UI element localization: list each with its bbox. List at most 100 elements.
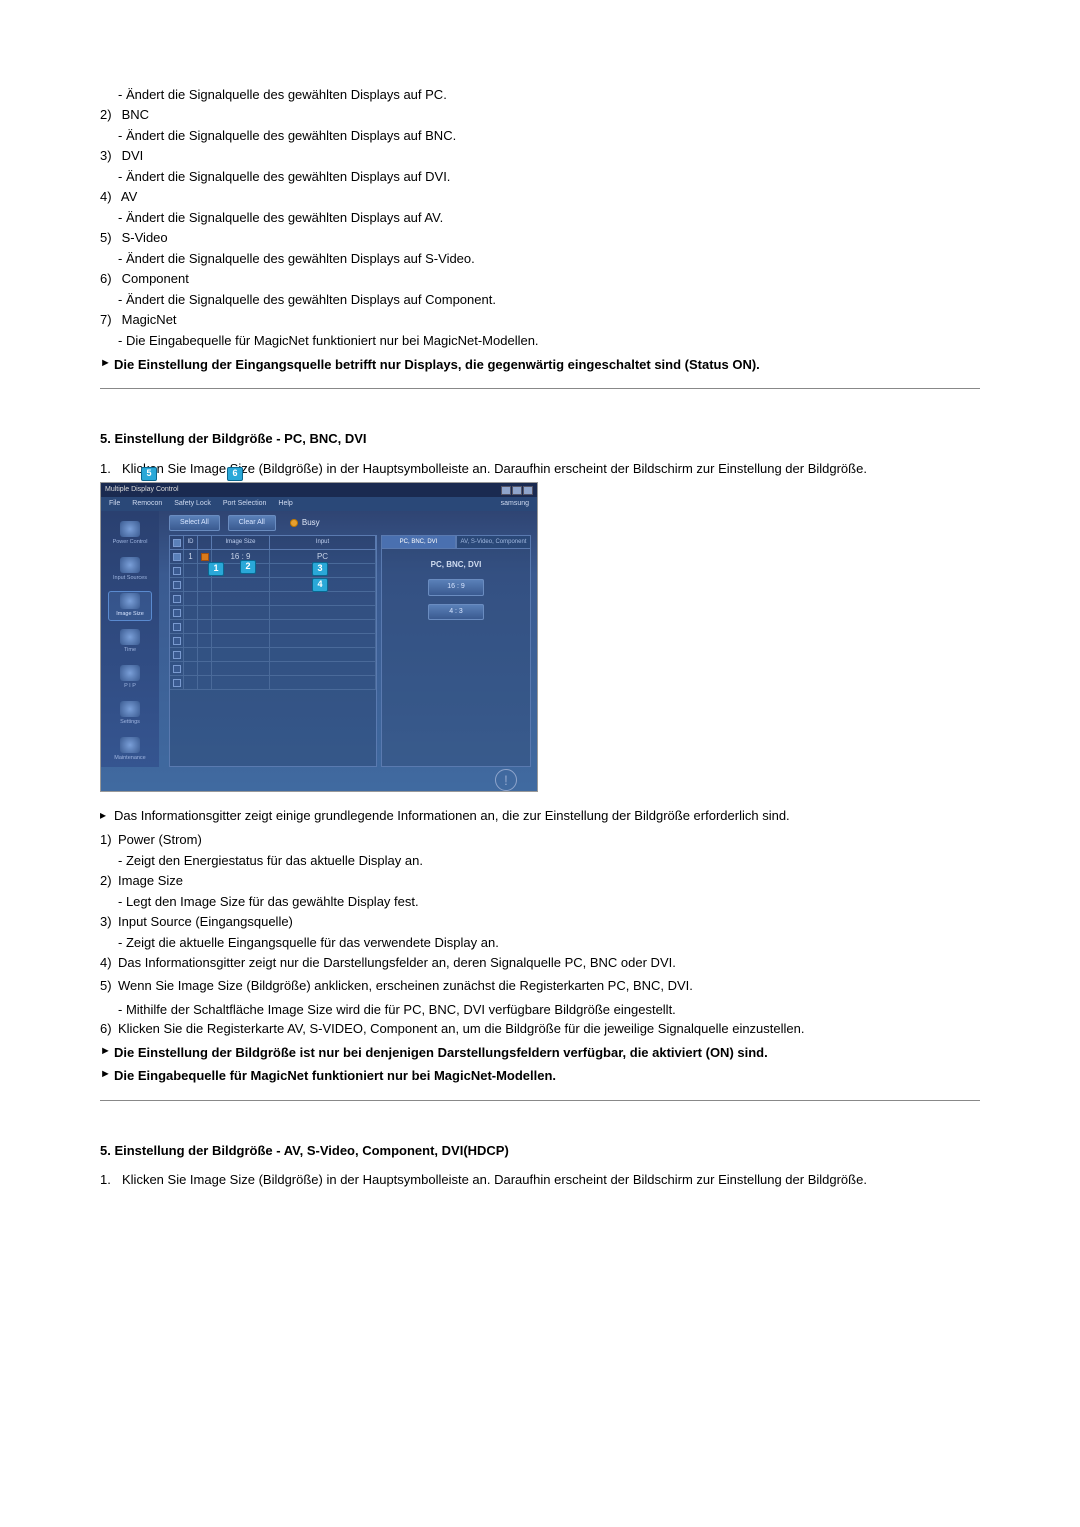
list-item: 2) BNC — [100, 105, 980, 125]
checkbox-icon[interactable] — [173, 665, 181, 673]
tab-av-svideo-component[interactable]: AV, S-Video, Component — [456, 535, 531, 549]
menu-safetylock[interactable]: Safety Lock — [174, 499, 211, 510]
select-all-button[interactable]: Select All — [169, 515, 220, 532]
list-number: 3) — [100, 912, 118, 932]
checkbox-icon[interactable] — [173, 567, 181, 575]
checkbox-icon[interactable] — [173, 651, 181, 659]
menu-portselection[interactable]: Port Selection — [223, 499, 267, 510]
ratio-4-3-button[interactable]: 4 : 3 — [428, 604, 484, 621]
list-number: 4) — [100, 953, 118, 973]
list-item: 4) AV — [100, 187, 980, 207]
window-title: Multiple Display Control — [105, 485, 179, 496]
sidebar-item-pip[interactable]: P I P — [108, 663, 152, 693]
close-icon[interactable] — [523, 486, 533, 495]
checkbox-icon[interactable] — [173, 539, 181, 547]
sidebar-item-imagesize[interactable]: Image Size — [108, 591, 152, 621]
checkbox-icon[interactable] — [173, 553, 181, 561]
note-text: Die Eingabequelle für MagicNet funktioni… — [114, 1066, 980, 1086]
sidebar: Power Control Input Sources Image Size T… — [101, 511, 159, 767]
callout-marker-6: 6 — [227, 467, 243, 481]
sidebar-item-settings[interactable]: Settings — [108, 699, 152, 729]
clear-all-button[interactable]: Clear All — [228, 515, 276, 532]
list-sub: - Ändert die Signalquelle des gewählten … — [100, 85, 980, 105]
list-sub: - Mithilfe der Schaltfläche Image Size w… — [100, 1000, 980, 1020]
checkbox-icon[interactable] — [173, 609, 181, 617]
list-sub: - Zeigt die aktuelle Eingangsquelle für … — [100, 933, 980, 953]
tab-pc-bnc-dvi[interactable]: PC, BNC, DVI — [381, 535, 456, 549]
arrow-icon: ▸ — [100, 806, 114, 825]
bottom-bar: ! — [101, 767, 537, 793]
checkbox-icon[interactable] — [173, 679, 181, 687]
intro-paragraph: 1. Klicken Sie Image Size (Bildgröße) in… — [100, 1170, 980, 1190]
grid-info-note: ▸ Das Informationsgitter zeigt einige gr… — [100, 806, 980, 826]
section-title: 5. Einstellung der Bildgröße - PC, BNC, … — [100, 429, 980, 449]
ratio-16-9-button[interactable]: 16 : 9 — [428, 579, 484, 596]
menu-help[interactable]: Help — [278, 499, 292, 510]
sidebar-item-input[interactable]: Input Sources — [108, 555, 152, 585]
note-text: Die Einstellung der Eingangsquelle betri… — [114, 355, 980, 375]
window-controls — [501, 486, 533, 495]
list-item: 7) MagicNet — [100, 310, 980, 330]
window-titlebar: Multiple Display Control — [101, 483, 537, 497]
list-number: 7) — [100, 310, 118, 330]
image-size-list: 1)Power (Strom) - Zeigt den Energiestatu… — [100, 830, 980, 1039]
input-icon — [120, 557, 140, 573]
intro-text: Klicken Sie Image Size (Bildgröße) in de… — [122, 459, 980, 479]
brand-label: samsung — [501, 499, 529, 510]
section-title: 5. Einstellung der Bildgröße - AV, S-Vid… — [100, 1141, 980, 1161]
note-text: Die Einstellung der Bildgröße ist nur be… — [114, 1043, 980, 1063]
info-icon[interactable]: ! — [495, 769, 517, 791]
grid-header: ID Image Size Input — [170, 536, 376, 550]
pip-icon — [120, 665, 140, 681]
header-id: ID — [184, 536, 198, 549]
list-label: Component — [122, 271, 189, 286]
menu-remocon[interactable]: Remocon — [132, 499, 162, 510]
status-icon — [201, 553, 209, 561]
sidebar-item-time[interactable]: Time — [108, 627, 152, 657]
table-row[interactable]: 1 16 : 9 PC — [170, 550, 376, 564]
callout-marker-1: 1 — [208, 562, 224, 576]
checkbox-icon[interactable] — [173, 581, 181, 589]
checkbox-icon[interactable] — [173, 623, 181, 631]
list-label: MagicNet — [122, 312, 177, 327]
list-number: 6) — [100, 1019, 118, 1039]
list-number: 4) — [100, 187, 118, 207]
settings-panel: 5 6 PC, BNC, DVI AV, S-Video, Component … — [381, 535, 531, 767]
checkbox-icon[interactable] — [173, 595, 181, 603]
list-number: 3) — [100, 146, 118, 166]
callout-marker-5: 5 — [141, 467, 157, 481]
list-number: 6) — [100, 269, 118, 289]
list-sub: - Legt den Image Size für das gewählte D… — [100, 892, 980, 912]
intro-number: 1. — [100, 1170, 122, 1190]
list-label: S-Video — [122, 230, 168, 245]
status-on-note: ► Die Einstellung der Eingangsquelle bet… — [100, 355, 980, 375]
magicnet-note: ► Die Eingabequelle für MagicNet funktio… — [100, 1066, 980, 1086]
sidebar-item-power[interactable]: Power Control — [108, 519, 152, 549]
menu-file[interactable]: File — [109, 499, 120, 510]
menubar: File Remocon Safety Lock Port Selection … — [101, 497, 537, 511]
list-sub: - Zeigt den Energiestatus für das aktuel… — [100, 851, 980, 871]
list-number: 5) — [100, 976, 118, 996]
list-number: 5) — [100, 228, 118, 248]
divider — [100, 1100, 980, 1101]
list-number: 2) — [100, 105, 118, 125]
list-sub: - Ändert die Signalquelle des gewählten … — [100, 167, 980, 187]
list-sub: - Ändert die Signalquelle des gewählten … — [100, 249, 980, 269]
mdc-screenshot: Multiple Display Control File Remocon Sa… — [100, 482, 538, 792]
list-item: 5) S-Video — [100, 228, 980, 248]
maximize-icon[interactable] — [512, 486, 522, 495]
list-sub: - Ändert die Signalquelle des gewählten … — [100, 126, 980, 146]
checkbox-icon[interactable] — [173, 637, 181, 645]
panel-label: PC, BNC, DVI — [431, 559, 482, 571]
bullet-icon: ► — [100, 1043, 114, 1061]
list-item: 6) Component — [100, 269, 980, 289]
divider — [100, 388, 980, 389]
wrench-icon — [120, 737, 140, 753]
sidebar-item-maintenance[interactable]: Maintenance — [108, 735, 152, 765]
list-label: Klicken Sie die Registerkarte AV, S-VIDE… — [118, 1019, 980, 1039]
input-source-list: - Ändert die Signalquelle des gewählten … — [100, 85, 980, 351]
info-grid: 1 2 3 4 ID Image Size Input 1 — [169, 535, 377, 767]
bullet-icon: ► — [100, 1066, 114, 1084]
list-label: BNC — [122, 107, 149, 122]
minimize-icon[interactable] — [501, 486, 511, 495]
